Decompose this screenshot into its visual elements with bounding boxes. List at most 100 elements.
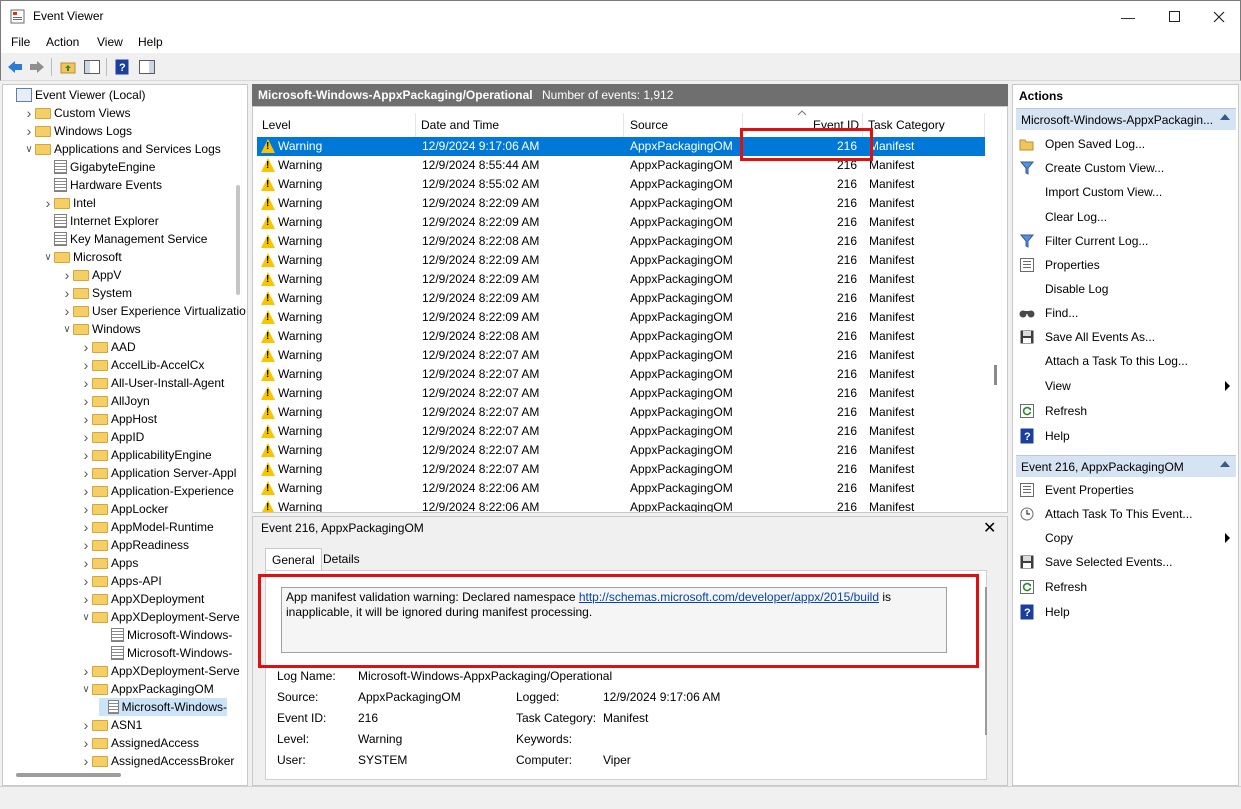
namespace-link[interactable]: http://schemas.microsoft.com/developer/a… — [579, 590, 879, 604]
event-row[interactable]: Warning 12/9/2024 8:22:08 AM AppxPackaging… — [257, 327, 985, 346]
action-find[interactable]: Find... — [1019, 303, 1078, 323]
minimize-button[interactable]: — — [1105, 1, 1151, 32]
event-row[interactable]: Warning 12/9/2024 8:22:07 AM AppxPackaging… — [257, 460, 985, 479]
chevron-right-icon[interactable]: › — [80, 375, 92, 391]
chevron-right-icon[interactable]: › — [80, 735, 92, 751]
chevron-right-icon[interactable]: › — [80, 753, 92, 769]
event-list[interactable]: Level Date and Time Source Event ID Task… — [252, 106, 1008, 513]
tree-node[interactable]: ∨ Microsoft — [42, 248, 121, 266]
chevron-right-icon[interactable]: › — [61, 303, 73, 319]
action-create-custom-view[interactable]: Create Custom View... — [1019, 158, 1164, 178]
detail-close-icon[interactable]: ✕ — [983, 518, 996, 538]
action-view[interactable]: View — [1019, 376, 1071, 396]
chevron-down-icon[interactable]: ∨ — [61, 324, 73, 335]
tree-node[interactable]: › Application Server-Appl — [80, 464, 237, 482]
chevron-right-icon[interactable]: › — [61, 285, 73, 301]
event-row[interactable]: Warning 12/9/2024 8:22:07 AM AppxPackaging… — [257, 365, 985, 384]
tab-general[interactable]: General — [265, 548, 322, 571]
chevron-right-icon[interactable]: › — [42, 195, 54, 211]
action-save-all-events-as[interactable]: Save All Events As... — [1019, 327, 1155, 347]
column-source[interactable]: Source — [630, 113, 668, 137]
event-row[interactable]: Warning 12/9/2024 8:22:09 AM AppxPackaging… — [257, 270, 985, 289]
chevron-right-icon[interactable]: › — [80, 555, 92, 571]
actions-section-event[interactable]: Event 216, AppxPackagingOM — [1016, 455, 1236, 477]
chevron-right-icon[interactable]: › — [80, 717, 92, 733]
column-event-id[interactable]: Event ID — [813, 113, 859, 137]
event-row[interactable]: Warning 12/9/2024 8:22:09 AM AppxPackaging… — [257, 251, 985, 270]
chevron-right-icon[interactable]: › — [80, 357, 92, 373]
chevron-right-icon[interactable]: › — [80, 591, 92, 607]
tree-node[interactable]: Hardware Events — [42, 176, 162, 194]
event-row[interactable]: Warning 12/9/2024 8:22:07 AM AppxPackaging… — [257, 403, 985, 422]
chevron-down-icon[interactable]: ∨ — [80, 684, 92, 695]
tree-node[interactable]: ∨ AppxPackagingOM — [80, 680, 213, 698]
chevron-down-icon[interactable]: ∨ — [80, 612, 92, 623]
collapse-caret-icon[interactable] — [1220, 114, 1230, 120]
chevron-right-icon[interactable]: › — [80, 411, 92, 427]
console-tree[interactable]: Event Viewer (Local) › Custom Views › Window… — [2, 84, 248, 786]
collapse-caret-icon[interactable] — [1220, 461, 1230, 467]
tree-vertical-scrollbar[interactable] — [236, 185, 240, 295]
column-level[interactable]: Level — [262, 113, 291, 137]
event-row[interactable]: Warning 12/9/2024 8:55:02 AM AppxPackaging… — [257, 175, 985, 194]
tree-node[interactable]: › Custom Views — [23, 104, 131, 122]
chevron-down-icon[interactable]: ∨ — [42, 252, 54, 263]
action-filter-current-log[interactable]: Filter Current Log... — [1019, 231, 1148, 251]
tree-node[interactable]: › ASN1 — [80, 716, 143, 734]
action-clear-log[interactable]: Clear Log... — [1019, 207, 1107, 227]
event-row[interactable]: Warning 12/9/2024 8:22:07 AM AppxPackaging… — [257, 441, 985, 460]
tree-node[interactable]: Microsoft-Windows- — [99, 644, 232, 662]
tree-node[interactable]: › User Experience Virtualizatio — [61, 302, 246, 320]
detail-scrollbar[interactable] — [985, 587, 987, 735]
chevron-right-icon[interactable]: › — [80, 447, 92, 463]
show-hide-tree-button[interactable] — [82, 57, 102, 77]
action-attach-a-task-to-this-log[interactable]: Attach a Task To this Log... — [1019, 351, 1188, 371]
chevron-right-icon[interactable]: › — [80, 483, 92, 499]
up-level-button[interactable] — [58, 57, 78, 77]
event-row[interactable]: Warning 12/9/2024 9:17:06 AM AppxPackaging… — [257, 137, 985, 156]
tab-details[interactable]: Details — [317, 548, 366, 571]
chevron-right-icon[interactable]: › — [80, 537, 92, 553]
tree-node[interactable]: › AssignedAccessBroker — [80, 752, 235, 770]
action-refresh[interactable]: Refresh — [1019, 401, 1087, 421]
action-help[interactable]: ? Help — [1019, 426, 1070, 446]
tree-node[interactable]: › AppModel-Runtime — [80, 518, 214, 536]
event-row[interactable]: Warning 12/9/2024 8:55:44 AM AppxPackaging… — [257, 156, 985, 175]
show-hide-action-pane-button[interactable] — [137, 57, 157, 77]
tree-node[interactable]: Microsoft-Windows- — [99, 626, 232, 644]
action-disable-log[interactable]: Disable Log — [1019, 279, 1108, 299]
event-row[interactable]: Warning 12/9/2024 8:22:06 AM AppxPackaging… — [257, 498, 985, 512]
chevron-right-icon[interactable]: › — [80, 663, 92, 679]
menu-action[interactable]: Action — [46, 35, 79, 49]
tree-node[interactable]: › All-User-Install-Agent — [80, 374, 225, 392]
event-row[interactable]: Warning 12/9/2024 8:22:09 AM AppxPackaging… — [257, 194, 985, 213]
tree-node[interactable]: › AppLocker — [80, 500, 169, 518]
tree-horizontal-scrollbar[interactable] — [16, 773, 121, 777]
action-help[interactable]: ? Help — [1019, 602, 1070, 622]
action-event-properties[interactable]: Event Properties — [1019, 480, 1134, 500]
chevron-right-icon[interactable]: › — [80, 339, 92, 355]
chevron-right-icon[interactable]: › — [61, 267, 73, 283]
menu-file[interactable]: File — [11, 35, 30, 49]
action-save-selected-events[interactable]: Save Selected Events... — [1019, 552, 1172, 572]
event-row[interactable]: Warning 12/9/2024 8:22:07 AM AppxPackaging… — [257, 422, 985, 441]
event-row[interactable]: Warning 12/9/2024 8:22:06 AM AppxPackaging… — [257, 479, 985, 498]
chevron-right-icon[interactable]: › — [80, 573, 92, 589]
action-copy[interactable]: Copy — [1019, 528, 1073, 548]
event-row[interactable]: Warning 12/9/2024 8:22:09 AM AppxPackaging… — [257, 308, 985, 327]
chevron-right-icon[interactable]: › — [23, 123, 35, 139]
tree-node[interactable]: ∨ Applications and Services Logs — [23, 140, 220, 158]
event-row[interactable]: Warning 12/9/2024 8:22:09 AM AppxPackaging… — [257, 289, 985, 308]
menu-view[interactable]: View — [97, 35, 123, 49]
action-properties[interactable]: Properties — [1019, 255, 1100, 275]
tree-node[interactable]: › AppXDeployment — [80, 590, 205, 608]
menu-help[interactable]: Help — [138, 35, 163, 49]
event-row[interactable]: Warning 12/9/2024 8:22:07 AM AppxPackaging… — [257, 346, 985, 365]
tree-node[interactable]: Internet Explorer — [42, 212, 159, 230]
chevron-right-icon[interactable]: › — [80, 429, 92, 445]
tree-node[interactable]: › AppID — [80, 428, 145, 446]
tree-node[interactable]: › Apps — [80, 554, 139, 572]
actions-section-log[interactable]: Microsoft-Windows-AppxPackagin... — [1016, 108, 1236, 130]
tree-node[interactable]: › Windows Logs — [23, 122, 132, 140]
tree-node[interactable]: › AccelLib-AccelCx — [80, 356, 205, 374]
